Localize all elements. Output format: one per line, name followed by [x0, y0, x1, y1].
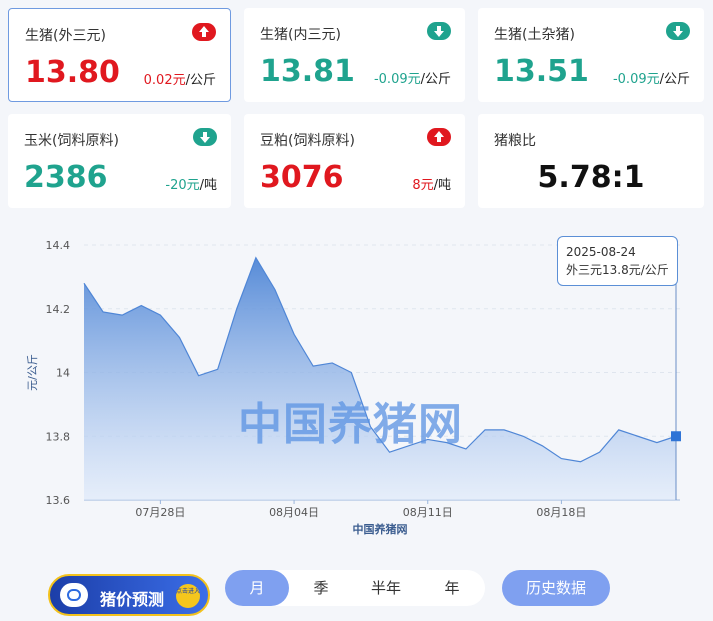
y-tick-label: 14.4 — [46, 239, 71, 252]
card-change: -0.09元 — [612, 72, 660, 87]
card-unit: /吨 — [433, 178, 451, 193]
pig-price-forecast-button[interactable]: 猪价预测 点击进入 — [48, 574, 210, 616]
y-tick-label: 13.8 — [46, 430, 71, 443]
card-name: 玉米(饲料原料) — [24, 133, 119, 149]
card-name: 猪粮比 — [494, 133, 536, 149]
x-tick-label: 08月11日 — [403, 506, 453, 519]
tooltip-date: 2025-08-24 — [566, 245, 636, 259]
tab-month[interactable]: 月 — [225, 570, 289, 606]
tab-year[interactable]: 年 — [419, 570, 485, 606]
forecast-label: 猪价预测 — [100, 590, 165, 609]
arrow-up-icon — [427, 128, 451, 146]
card-name: 生猪(内三元) — [260, 27, 341, 43]
x-tick-label: 07月28日 — [135, 506, 185, 519]
y-tick-label: 13.6 — [46, 494, 71, 507]
card-price: 3076 — [260, 160, 344, 195]
card-change: 8元 — [412, 178, 434, 193]
price-card-tuzazhu[interactable]: 生猪(土杂猪) 13.51 -0.09元/公斤 — [478, 8, 704, 102]
price-card-pig-grain-ratio[interactable]: 猪粮比 5.78:1 — [478, 114, 704, 208]
card-price: 13.51 — [494, 54, 589, 89]
x-tick-label: 08月18日 — [536, 506, 586, 519]
x-tick-label: 08月04日 — [269, 506, 319, 519]
cloud-icon — [60, 583, 88, 607]
tooltip-value: 外三元13.8元/公斤 — [566, 263, 669, 277]
price-card-neisanyuan[interactable]: 生猪(内三元) 13.81 -0.09元/公斤 — [244, 8, 465, 102]
card-change: -20元 — [165, 178, 200, 193]
arrow-down-icon — [427, 22, 451, 40]
card-change: 0.02元 — [143, 73, 186, 88]
enter-badge: 点击进入 — [176, 584, 200, 608]
tab-quarter[interactable]: 季 — [289, 570, 353, 606]
card-unit: /公斤 — [185, 73, 216, 88]
price-card-corn[interactable]: 玉米(饲料原料) 2386 -20元/吨 — [8, 114, 231, 208]
arrow-down-icon — [666, 22, 690, 40]
card-name: 生猪(外三元) — [25, 28, 106, 44]
price-card-waisanyuan[interactable]: 生猪(外三元) 13.80 0.02元/公斤 — [8, 8, 231, 102]
y-tick-label: 14 — [56, 367, 70, 380]
price-card-soymeal[interactable]: 豆粕(饲料原料) 3076 8元/吨 — [244, 114, 465, 208]
chart-tooltip: 2025-08-24 外三元13.8元/公斤 — [557, 236, 678, 286]
card-change: -0.09元 — [373, 72, 421, 87]
card-unit: /公斤 — [659, 72, 690, 87]
card-unit: /吨 — [199, 178, 217, 193]
watermark: 中国养猪网 — [238, 399, 463, 450]
card-price: 13.81 — [260, 54, 355, 89]
card-price: 13.80 — [25, 55, 120, 90]
history-data-button[interactable]: 历史数据 — [502, 570, 610, 606]
y-axis-label: 元/公斤 — [26, 354, 39, 391]
card-unit: /公斤 — [420, 72, 451, 87]
card-ratio: 5.78:1 — [537, 160, 645, 195]
period-selector: 月 季 半年 年 — [225, 570, 485, 606]
highlight-point — [671, 431, 681, 442]
x-axis-label: 中国养猪网 — [353, 522, 408, 536]
arrow-up-icon — [192, 23, 216, 41]
arrow-down-icon — [193, 128, 217, 146]
card-name: 生猪(土杂猪) — [494, 27, 575, 43]
card-name: 豆粕(饲料原料) — [260, 133, 355, 149]
y-tick-label: 14.2 — [46, 303, 71, 316]
series-area — [84, 257, 676, 500]
tab-half-year[interactable]: 半年 — [353, 570, 419, 606]
card-price: 2386 — [24, 160, 108, 195]
